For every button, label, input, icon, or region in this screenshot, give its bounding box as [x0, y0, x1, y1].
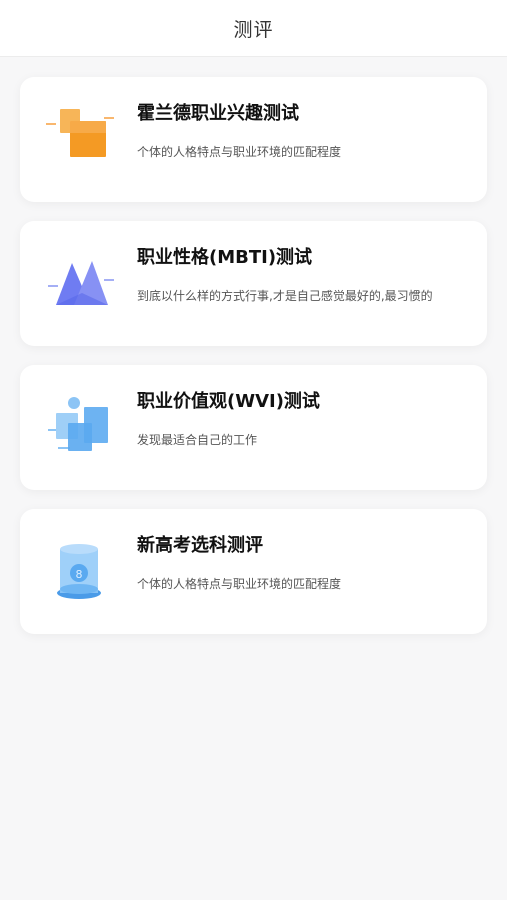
card-title: 职业性格(MBTI)测试 — [137, 247, 313, 268]
card-description: 个体的人格特点与职业环境的匹配程度 — [137, 577, 342, 591]
blue-blocks-icon — [46, 395, 116, 457]
test-list: 霍兰德职业兴趣测试 个体的人格特点与职业环境的匹配程度 职业性格(MBTI)测试… — [0, 57, 507, 634]
card-title: 霍兰德职业兴趣测试 — [137, 103, 299, 124]
page-title: 测评 — [233, 18, 274, 41]
orange-squares-icon — [46, 107, 116, 169]
card-description: 个体的人格特点与职业环境的匹配程度 — [137, 145, 342, 159]
test-card-wvi[interactable]: 职业价值观(WVI)测试 发现最适合自己的工作 — [20, 365, 487, 490]
card-title: 新高考选科测评 — [137, 535, 263, 556]
test-card-mbti[interactable]: 职业性格(MBTI)测试 到底以什么样的方式行事,才是自己感觉最好的,最习惯的 — [20, 221, 487, 346]
test-card-holland[interactable]: 霍兰德职业兴趣测试 个体的人格特点与职业环境的匹配程度 — [20, 77, 487, 202]
card-description: 到底以什么样的方式行事,才是自己感觉最好的,最习惯的 — [137, 289, 433, 303]
card-title: 职业价值观(WVI)测试 — [137, 391, 320, 412]
test-card-subject-selection[interactable]: 8 新高考选科测评 个体的人格特点与职业环境的匹配程度 — [20, 509, 487, 634]
cylinder-icon: 8 — [46, 539, 116, 601]
mountain-icon — [46, 251, 116, 313]
svg-text:8: 8 — [76, 568, 83, 581]
card-description: 发现最适合自己的工作 — [137, 433, 258, 447]
top-navigation-bar: 测评 — [0, 0, 507, 57]
